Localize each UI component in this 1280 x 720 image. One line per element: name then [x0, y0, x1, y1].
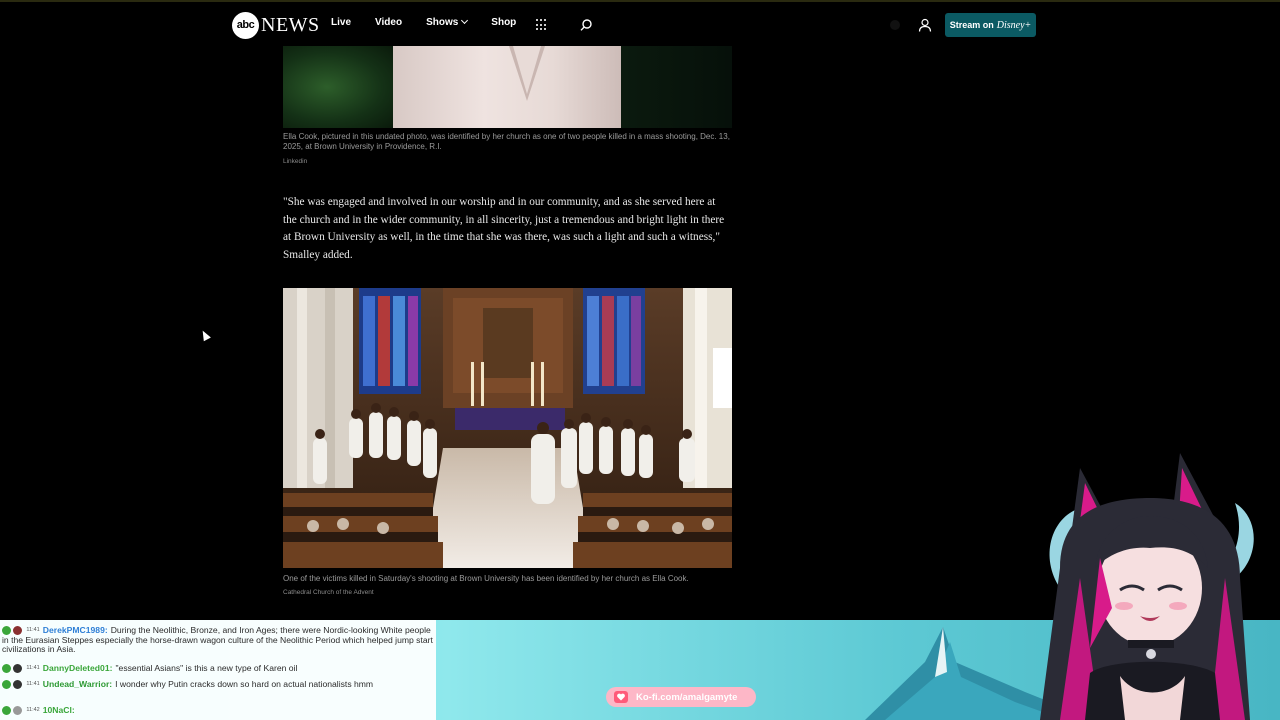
stream-chat-box: 11:41 DerekPMC1989: During the Neolithic, … — [0, 620, 436, 720]
mouse-cursor-icon — [199, 328, 211, 342]
nav-live[interactable]: Live — [331, 17, 351, 28]
chat-username[interactable]: Undead_Warrior: — [43, 679, 112, 689]
photo-credit: Linkedin — [283, 158, 308, 165]
vtuber-avatar — [1040, 453, 1254, 720]
chat-text: I wonder why Putin cracks down so hard o… — [115, 679, 374, 690]
church-service-photo — [283, 288, 732, 568]
chat-username[interactable]: 10NaCl: — [43, 705, 75, 715]
chat-message: 11:42 10NaCl: — [2, 705, 434, 716]
nav-video[interactable]: Video — [375, 17, 402, 28]
apps-grid-icon[interactable] — [536, 19, 548, 31]
chat-text: "essential Asians" is this a new type of… — [115, 663, 298, 674]
photo-caption-2: One of the victims killed in Saturday's … — [283, 574, 689, 583]
abc-logo-mark: abc — [232, 11, 259, 39]
site-header: abc NEWS Live Video Shows Shop Stream on… — [0, 0, 1280, 46]
chat-username[interactable]: DerekPMC1989: — [43, 625, 108, 635]
kofi-link-label: Ko-fi.com/amalgamyte — [636, 691, 738, 703]
search-icon[interactable] — [580, 19, 592, 31]
stream-button-label: Stream on — [949, 20, 994, 30]
chat-username[interactable]: DannyDeleted01: — [43, 663, 113, 673]
nav-shop[interactable]: Shop — [491, 17, 516, 28]
kofi-heart-icon — [614, 691, 628, 703]
nav-shows[interactable]: Shows — [426, 16, 469, 28]
news-wordmark: NEWS — [261, 13, 320, 36]
photo-credit-2: Cathedral Church of the Advent — [283, 589, 374, 596]
chat-message: 11:41 DerekPMC1989: During the Neolithic, … — [2, 625, 433, 655]
user-account-icon[interactable] — [918, 18, 932, 32]
abc-news-logo[interactable]: abc NEWS — [232, 11, 320, 39]
kofi-link-badge[interactable]: Ko-fi.com/amalgamyte — [606, 687, 756, 707]
main-nav: Live Video Shows Shop — [331, 16, 540, 28]
notification-icon[interactable] — [890, 20, 900, 30]
article-quote-paragraph: "She was engaged and involved in our wor… — [283, 196, 725, 261]
ella-cook-photo — [283, 46, 732, 128]
chevron-down-icon — [461, 16, 469, 25]
stream-on-disney-button[interactable]: Stream on Disney+ — [945, 13, 1036, 37]
photo-caption: Ella Cook, pictured in this undated phot… — [283, 132, 730, 151]
chat-message: 11:41 DannyDeleted01: "essential Asians" i… — [2, 663, 434, 674]
chat-message: 11:41 Undead_Warrior: I wonder why Putin c… — [2, 679, 434, 690]
nav-shows-label: Shows — [426, 17, 459, 28]
disney-plus-logo: Disney+ — [996, 19, 1032, 31]
